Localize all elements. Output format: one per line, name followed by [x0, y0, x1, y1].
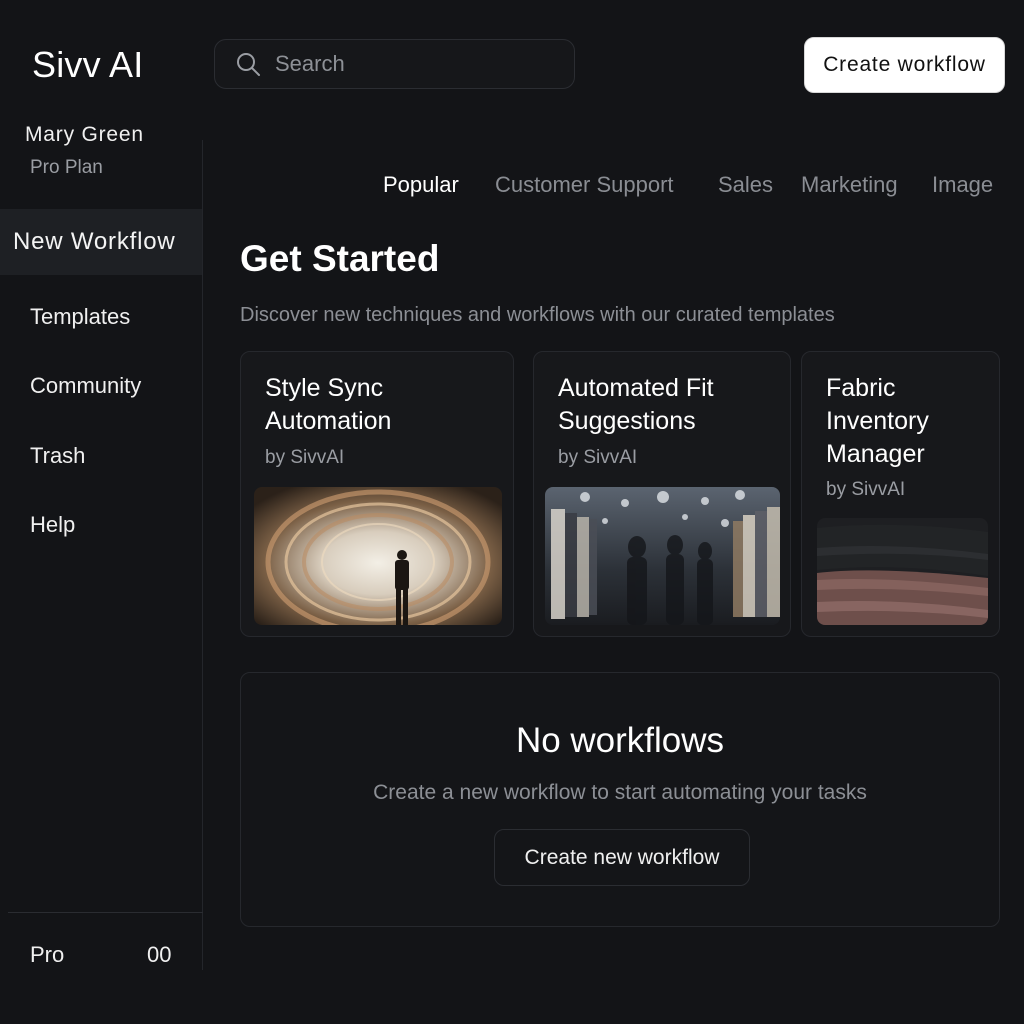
sidebar-item-trash[interactable]: Trash	[30, 443, 85, 469]
template-author: by SivvAI	[558, 447, 638, 468]
sidebar-item-templates[interactable]: Templates	[30, 304, 130, 330]
page-title: Get Started	[240, 238, 440, 279]
user-plan: Pro Plan	[30, 157, 103, 178]
empty-state-subtitle: Create a new workflow to start automatin…	[373, 781, 867, 804]
brand-logo: Sivv AI	[32, 44, 144, 85]
empty-state-title: No workflows	[515, 721, 725, 760]
tab-popular[interactable]: Popular	[383, 172, 459, 198]
template-card-fabric-inventory[interactable]: Fabric Inventory Manager by SivvAI	[801, 351, 1000, 637]
template-title: Automated Fit Suggestions	[558, 374, 714, 435]
usage-count: 00	[147, 942, 172, 967]
sidebar-item-new-workflow[interactable]: New Workflow	[0, 209, 202, 275]
create-workflow-button[interactable]: Create workflow	[804, 37, 1005, 93]
template-image-clothing-store	[545, 487, 780, 625]
template-title: Fabric Inventory Manager	[826, 374, 929, 468]
tab-image[interactable]: Image	[932, 172, 993, 198]
sidebar-item-community[interactable]: Community	[30, 373, 141, 399]
user-name: Mary Green	[25, 123, 144, 146]
sidebar-item-help[interactable]: Help	[30, 512, 75, 538]
page-subtitle: Discover new techniques and workflows wi…	[240, 304, 835, 326]
create-new-workflow-button[interactable]: Create new workflow	[494, 829, 750, 886]
template-title: Style Sync Automation	[265, 374, 392, 435]
template-card-fit-suggestions[interactable]: Automated Fit Suggestions by SivvAI	[533, 351, 791, 637]
search-bar[interactable]	[214, 39, 575, 89]
template-card-style-sync[interactable]: Style Sync Automation by SivvAI	[240, 351, 514, 637]
template-image-fabric	[817, 518, 988, 625]
sidebar-divider	[202, 140, 203, 970]
empty-state-panel: No workflows Create a new workflow to st…	[240, 672, 1000, 927]
plan-tier-label: Pro	[30, 942, 65, 967]
template-author: by SivvAI	[826, 479, 906, 500]
sidebar-footer-divider	[8, 912, 203, 913]
tab-sales[interactable]: Sales	[718, 172, 773, 198]
tab-marketing[interactable]: Marketing	[801, 172, 898, 198]
search-input[interactable]	[275, 51, 535, 77]
tab-customer-support[interactable]: Customer Support	[495, 172, 674, 198]
app-window: Sivv AI Mary Green Pro Plan New Workflow…	[0, 0, 1024, 1024]
template-image-portal	[254, 487, 502, 625]
template-author: by SivvAI	[265, 447, 345, 468]
search-icon	[237, 53, 260, 76]
